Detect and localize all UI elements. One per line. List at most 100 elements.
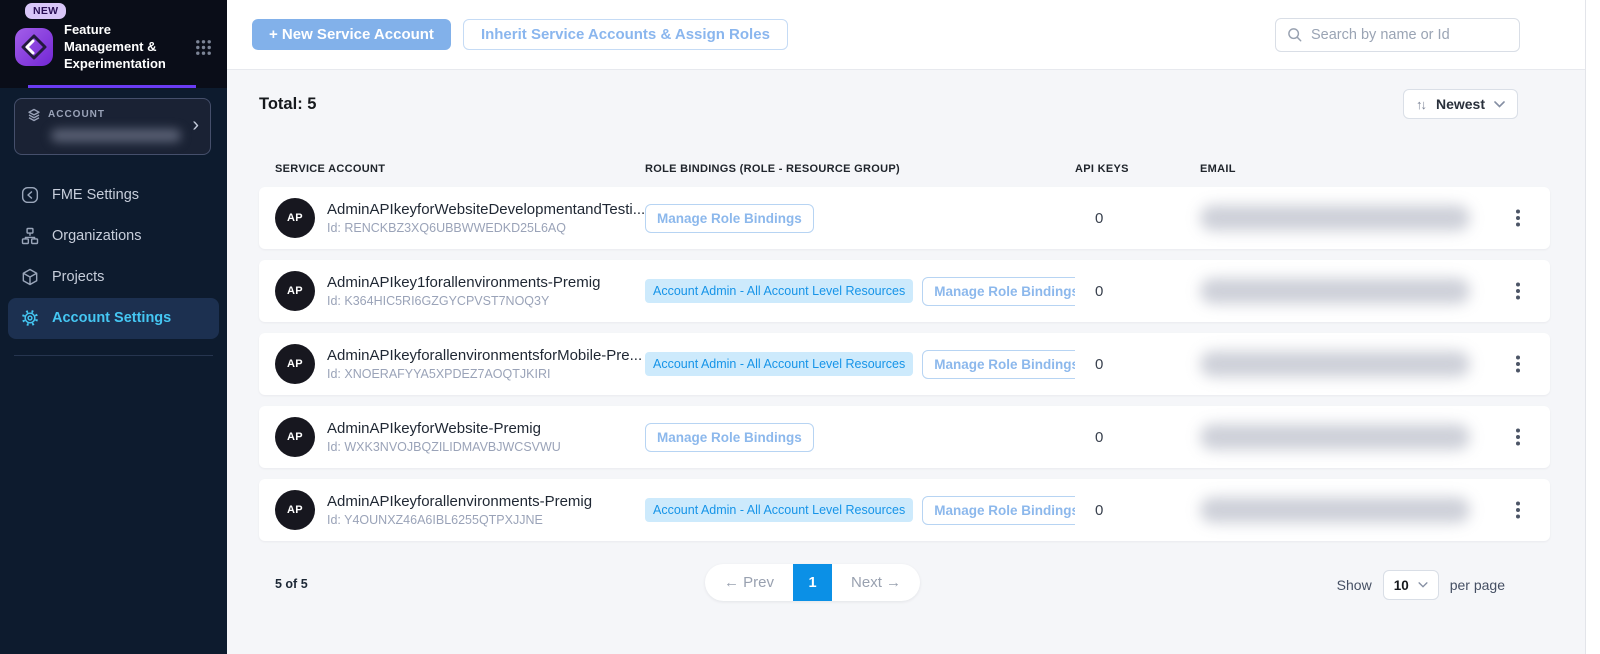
- manage-role-bindings-button[interactable]: Manage Role Bindings: [922, 496, 1075, 525]
- email-redacted: [1200, 497, 1470, 523]
- content-area: Total: 5 ↑↓ Newest SERVICE ACCOUNT ROLE …: [227, 70, 1585, 654]
- sort-dropdown[interactable]: ↑↓ Newest: [1403, 89, 1518, 119]
- sidebar-item-label: FME Settings: [52, 187, 139, 203]
- prev-page-button[interactable]: ← Prev: [705, 564, 793, 601]
- sidebar-divider: [14, 355, 213, 356]
- service-account-id: Id: Y4OUNXZ46A6IBL6255QTPXJJNE: [327, 513, 592, 527]
- chevron-down-icon: [1418, 582, 1428, 588]
- sort-value: Newest: [1436, 96, 1485, 112]
- per-page-label: per page: [1450, 577, 1505, 593]
- email-redacted: [1200, 424, 1470, 450]
- api-keys-count: 0: [1075, 429, 1200, 446]
- email-redacted: [1200, 351, 1470, 377]
- page-size-value: 10: [1394, 578, 1409, 593]
- pager: ← Prev 1 Next →: [705, 564, 920, 601]
- account-selector[interactable]: ACCOUNT ›: [14, 98, 211, 155]
- kebab-menu-icon[interactable]: [1510, 502, 1526, 518]
- service-account-id: Id: RENCKBZ3XQ6UBBWWEDKD25L6AQ: [327, 221, 645, 235]
- col-service-account: SERVICE ACCOUNT: [275, 163, 645, 175]
- apps-grid-icon[interactable]: [194, 38, 213, 57]
- kebab-menu-icon[interactable]: [1510, 429, 1526, 445]
- new-service-account-button[interactable]: + New Service Account: [252, 19, 451, 50]
- product-title: Feature Management & Experimentation: [64, 22, 182, 73]
- account-label: ACCOUNT: [48, 109, 105, 120]
- search-icon: [1286, 26, 1303, 43]
- org-chart-icon: [20, 226, 40, 246]
- service-account-id: Id: XNOERAFYYA5XPDEZ7AOQTJKIRI: [327, 367, 642, 381]
- service-account-name: AdminAPIkeyforWebsiteDevelopmentandTesti…: [327, 201, 645, 218]
- avatar: AP: [275, 344, 315, 384]
- next-page-button[interactable]: Next →: [832, 564, 920, 601]
- api-keys-count: 0: [1075, 210, 1200, 227]
- fme-logo-icon: [14, 27, 54, 67]
- layers-icon: [27, 108, 41, 122]
- app-window: NEW Feature Management & Experimentation: [0, 0, 1600, 654]
- avatar: AP: [275, 417, 315, 457]
- table-row: AP AdminAPIkeyforallenvironmentsforMobil…: [259, 333, 1550, 395]
- manage-role-bindings-button[interactable]: Manage Role Bindings: [645, 423, 814, 452]
- service-account-id: Id: WXK3NVOJBQZILIDMAVBJWCSVWU: [327, 440, 561, 454]
- main-area: + New Service Account Inherit Service Ac…: [227, 0, 1585, 654]
- sidebar: NEW Feature Management & Experimentation: [0, 0, 227, 654]
- split-icon: [20, 185, 40, 205]
- accent-divider: [28, 85, 196, 88]
- manage-role-bindings-button[interactable]: Manage Role Bindings: [922, 277, 1075, 306]
- chevron-right-icon: ›: [192, 115, 199, 135]
- table-row: AP AdminAPIkey1forallenvironments-Premig…: [259, 260, 1550, 322]
- kebab-menu-icon[interactable]: [1510, 283, 1526, 299]
- show-label: Show: [1337, 577, 1372, 593]
- kebab-menu-icon[interactable]: [1510, 210, 1526, 226]
- avatar: AP: [275, 198, 315, 238]
- sidebar-item-organizations[interactable]: Organizations: [0, 216, 227, 257]
- kebab-menu-icon[interactable]: [1510, 356, 1526, 372]
- sidebar-item-label: Organizations: [52, 228, 141, 244]
- api-keys-count: 0: [1075, 356, 1200, 373]
- scrollbar-gutter[interactable]: [1585, 0, 1600, 654]
- new-badge: NEW: [25, 3, 66, 19]
- service-account-name: AdminAPIkey1forallenvironments-Premig: [327, 274, 600, 291]
- email-redacted: [1200, 278, 1470, 304]
- col-email: EMAIL: [1200, 163, 1502, 175]
- page-size-select[interactable]: 10: [1383, 570, 1439, 600]
- api-keys-count: 0: [1075, 283, 1200, 300]
- role-binding-badge: Account Admin - All Account Level Resour…: [645, 352, 913, 376]
- email-redacted: [1200, 205, 1470, 231]
- inherit-service-accounts-button[interactable]: Inherit Service Accounts & Assign Roles: [463, 19, 788, 50]
- sidebar-item-account-settings[interactable]: Account Settings: [8, 298, 219, 339]
- avatar: AP: [275, 271, 315, 311]
- result-count: 5 of 5: [275, 577, 308, 591]
- col-api-keys: API KEYS: [1075, 163, 1200, 175]
- role-binding-badge: Account Admin - All Account Level Resour…: [645, 279, 913, 303]
- account-name-redacted: [51, 129, 181, 142]
- table-row: AP AdminAPIkeyforWebsite-Premig Id: WXK3…: [259, 406, 1550, 468]
- sidebar-item-fme-settings[interactable]: FME Settings: [0, 175, 227, 216]
- table-header: SERVICE ACCOUNT ROLE BINDINGS (ROLE - RE…: [259, 163, 1550, 175]
- sidebar-item-label: Projects: [52, 269, 104, 285]
- pagination-bar: 5 of 5 ← Prev 1 Next → Show 10 per page: [227, 564, 1585, 606]
- search-input[interactable]: [1311, 27, 1509, 43]
- service-account-name: AdminAPIkeyforallenvironments-Premig: [327, 493, 592, 510]
- sidebar-item-label: Account Settings: [52, 310, 171, 326]
- service-account-id: Id: K364HIC5RI6GZGYCPVST7NOQ3Y: [327, 294, 600, 308]
- total-count: Total: 5: [259, 95, 316, 114]
- table-row: AP AdminAPIkeyforWebsiteDevelopmentandTe…: [259, 187, 1550, 249]
- current-page-button[interactable]: 1: [793, 564, 832, 601]
- sidebar-menu: FME Settings Organizations: [0, 175, 227, 339]
- col-role-bindings: ROLE BINDINGS (ROLE - RESOURCE GROUP): [645, 163, 1075, 175]
- sort-arrows-icon: ↑↓: [1416, 97, 1425, 112]
- manage-role-bindings-button[interactable]: Manage Role Bindings: [922, 350, 1075, 379]
- manage-role-bindings-button[interactable]: Manage Role Bindings: [645, 204, 814, 233]
- service-account-list: AP AdminAPIkeyforWebsiteDevelopmentandTe…: [259, 187, 1550, 541]
- gear-icon: [20, 308, 40, 328]
- role-binding-badge: Account Admin - All Account Level Resour…: [645, 498, 913, 522]
- topbar: + New Service Account Inherit Service Ac…: [227, 0, 1585, 70]
- sidebar-item-projects[interactable]: Projects: [0, 257, 227, 298]
- cube-icon: [20, 267, 40, 287]
- chevron-down-icon: [1494, 101, 1505, 108]
- service-account-name: AdminAPIkeyforallenvironmentsforMobile-P…: [327, 347, 642, 364]
- table-row: AP AdminAPIkeyforallenvironments-Premig …: [259, 479, 1550, 541]
- avatar: AP: [275, 490, 315, 530]
- service-account-name: AdminAPIkeyforWebsite-Premig: [327, 420, 561, 437]
- search-box[interactable]: [1275, 18, 1520, 52]
- product-header: NEW Feature Management & Experimentation: [0, 0, 227, 88]
